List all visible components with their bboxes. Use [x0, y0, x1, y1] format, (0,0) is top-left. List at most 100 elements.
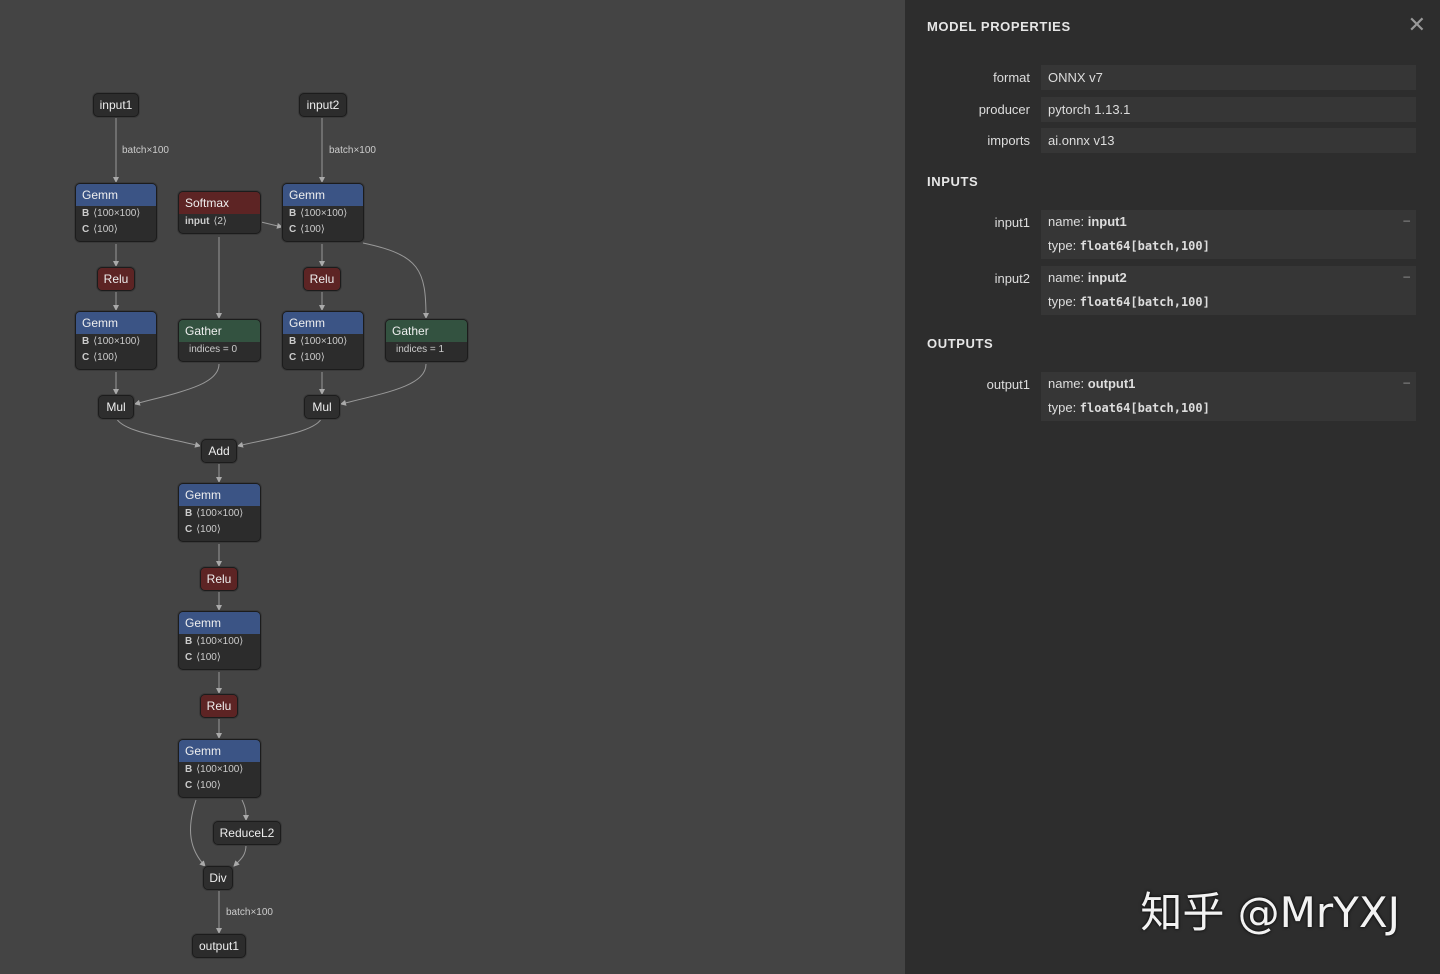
type-value: float64[batch,100]	[1080, 239, 1210, 253]
node-gemm4[interactable]: GemmB⟨100×100⟩C⟨100⟩	[282, 311, 364, 370]
property-label: imports	[910, 133, 1030, 148]
node-type: Gemm	[76, 184, 156, 206]
node-attribute: input⟨2⟩	[179, 214, 260, 230]
node-attribute: indices = 1	[386, 342, 467, 358]
panel-title: MODEL PROPERTIES	[927, 19, 1071, 34]
edge	[234, 845, 246, 866]
node-type: Add	[202, 440, 236, 462]
node-mul1[interactable]: Mul	[98, 395, 134, 419]
node-type: Div	[204, 867, 232, 889]
edge-label: batch×100	[122, 145, 169, 156]
attr-value: ⟨100⟩	[93, 224, 118, 235]
node-output1[interactable]: output1	[192, 934, 246, 958]
property-value[interactable]: pytorch 1.13.1	[1041, 97, 1416, 122]
name-value: input2	[1088, 270, 1127, 285]
attr-value: ⟨100×100⟩	[196, 636, 243, 647]
node-gemm1[interactable]: GemmB⟨100×100⟩C⟨100⟩	[75, 183, 157, 242]
node-gemm6[interactable]: Gemm B ⟨100×100⟩ C⟨100⟩	[178, 611, 261, 670]
node-mul2[interactable]: Mul	[304, 395, 340, 419]
node-attribute: B ⟨100×100⟩	[283, 334, 363, 350]
collapse-toggle[interactable]: –	[1403, 269, 1410, 283]
property-label: format	[910, 70, 1030, 85]
edge-label: batch×100	[226, 907, 273, 918]
attr-name: C	[289, 352, 296, 363]
attr-name: C	[185, 780, 192, 791]
node-relu4[interactable]: Relu	[200, 694, 238, 718]
attr-value: ⟨100×100⟩	[93, 208, 140, 219]
node-div[interactable]: Div	[203, 866, 233, 890]
node-type: Relu	[98, 268, 134, 290]
name-value: input1	[1088, 214, 1127, 229]
node-gemm5[interactable]: GemmB⟨100×100⟩C⟨100⟩	[178, 483, 261, 542]
node-gather0[interactable]: Gather indices = 0	[178, 319, 261, 362]
attr-name: C	[185, 524, 192, 535]
edge	[190, 800, 205, 866]
close-icon[interactable]: ✕	[1408, 12, 1426, 38]
type-key: type:	[1048, 400, 1080, 415]
node-attribute: B⟨100×100⟩	[179, 762, 260, 778]
node-input2[interactable]: input2	[299, 93, 347, 117]
property-format: format ONNX v7	[905, 65, 1428, 90]
node-type: Gemm	[179, 484, 260, 506]
node-type: Mul	[99, 396, 133, 418]
node-input1[interactable]: input1	[93, 93, 139, 117]
attr-name: B	[82, 336, 89, 347]
node-relu3[interactable]: Relu	[200, 567, 238, 591]
attr-value: indices = 0	[189, 344, 237, 355]
node-gemm3[interactable]: GemmB⟨100×100⟩C⟨100⟩	[75, 311, 157, 370]
node-gemm7[interactable]: GemmB⟨100×100⟩C⟨100⟩	[178, 739, 261, 798]
edge	[116, 417, 200, 446]
attr-name: B	[289, 208, 296, 219]
inputs-details: name: input1 type: float64[batch,100] –	[1041, 210, 1416, 259]
node-type: Gemm	[283, 184, 363, 206]
node-gemm2[interactable]: GemmB⟨100×100⟩C⟨100⟩	[282, 183, 364, 242]
node-attribute: B ⟨100×100⟩	[179, 634, 260, 650]
property-value[interactable]: ai.onnx v13	[1041, 128, 1416, 153]
name-key: name:	[1048, 214, 1088, 229]
node-reducel2[interactable]: ReduceL2	[213, 821, 281, 845]
attr-name: B	[185, 636, 192, 647]
attr-value: ⟨2⟩	[213, 216, 226, 227]
edge	[363, 243, 426, 318]
attr-name: B	[289, 336, 296, 347]
property-value[interactable]: ONNX v7	[1041, 65, 1416, 90]
node-type: Mul	[305, 396, 339, 418]
name-key: name:	[1048, 270, 1088, 285]
node-type: Gemm	[179, 740, 260, 762]
node-attribute: C⟨100⟩	[179, 650, 260, 666]
inputs-label: input2	[910, 271, 1030, 286]
attr-name: C	[82, 224, 89, 235]
attr-value: ⟨100×100⟩	[300, 336, 347, 347]
node-softmax[interactable]: Softmaxinput⟨2⟩	[178, 191, 261, 234]
node-type: Gemm	[179, 612, 260, 634]
inputs-input1: input1name: input1 type: float64[batch,10…	[905, 210, 1428, 259]
node-type: Relu	[201, 695, 237, 717]
attr-name: C	[289, 224, 296, 235]
collapse-toggle[interactable]: –	[1403, 213, 1410, 227]
node-type: ReduceL2	[214, 822, 280, 844]
edge-label: batch×100	[329, 145, 376, 156]
node-attribute: C⟨100⟩	[76, 350, 156, 366]
property-imports: imports ai.onnx v13	[905, 128, 1428, 153]
node-gather1[interactable]: Gatherindices = 1	[385, 319, 468, 362]
node-type: Gather	[179, 320, 260, 342]
node-type: Gather	[386, 320, 467, 342]
node-relu2[interactable]: Relu	[303, 267, 341, 291]
node-attribute: C⟨100⟩	[179, 778, 260, 794]
attr-name: C	[82, 352, 89, 363]
node-attribute: B ⟨100×100⟩	[76, 334, 156, 350]
type-key: type:	[1048, 238, 1080, 253]
edge	[135, 364, 219, 404]
node-type: Gemm	[283, 312, 363, 334]
type-key: type:	[1048, 294, 1080, 309]
node-type: Relu	[304, 268, 340, 290]
attr-value: ⟨100×100⟩	[93, 336, 140, 347]
attr-value: ⟨100×100⟩	[196, 764, 243, 775]
node-relu1[interactable]: Relu	[97, 267, 135, 291]
watermark: 知乎 @MrYXJ	[1140, 879, 1400, 940]
node-add[interactable]: Add	[201, 439, 237, 463]
node-attribute: B⟨100×100⟩	[283, 206, 363, 222]
collapse-toggle[interactable]: –	[1403, 375, 1410, 389]
property-producer: producerpytorch 1.13.1	[905, 97, 1428, 122]
graph-canvas[interactable]: batch×100 batch×100 batch×100 input1 inpu…	[0, 0, 905, 974]
